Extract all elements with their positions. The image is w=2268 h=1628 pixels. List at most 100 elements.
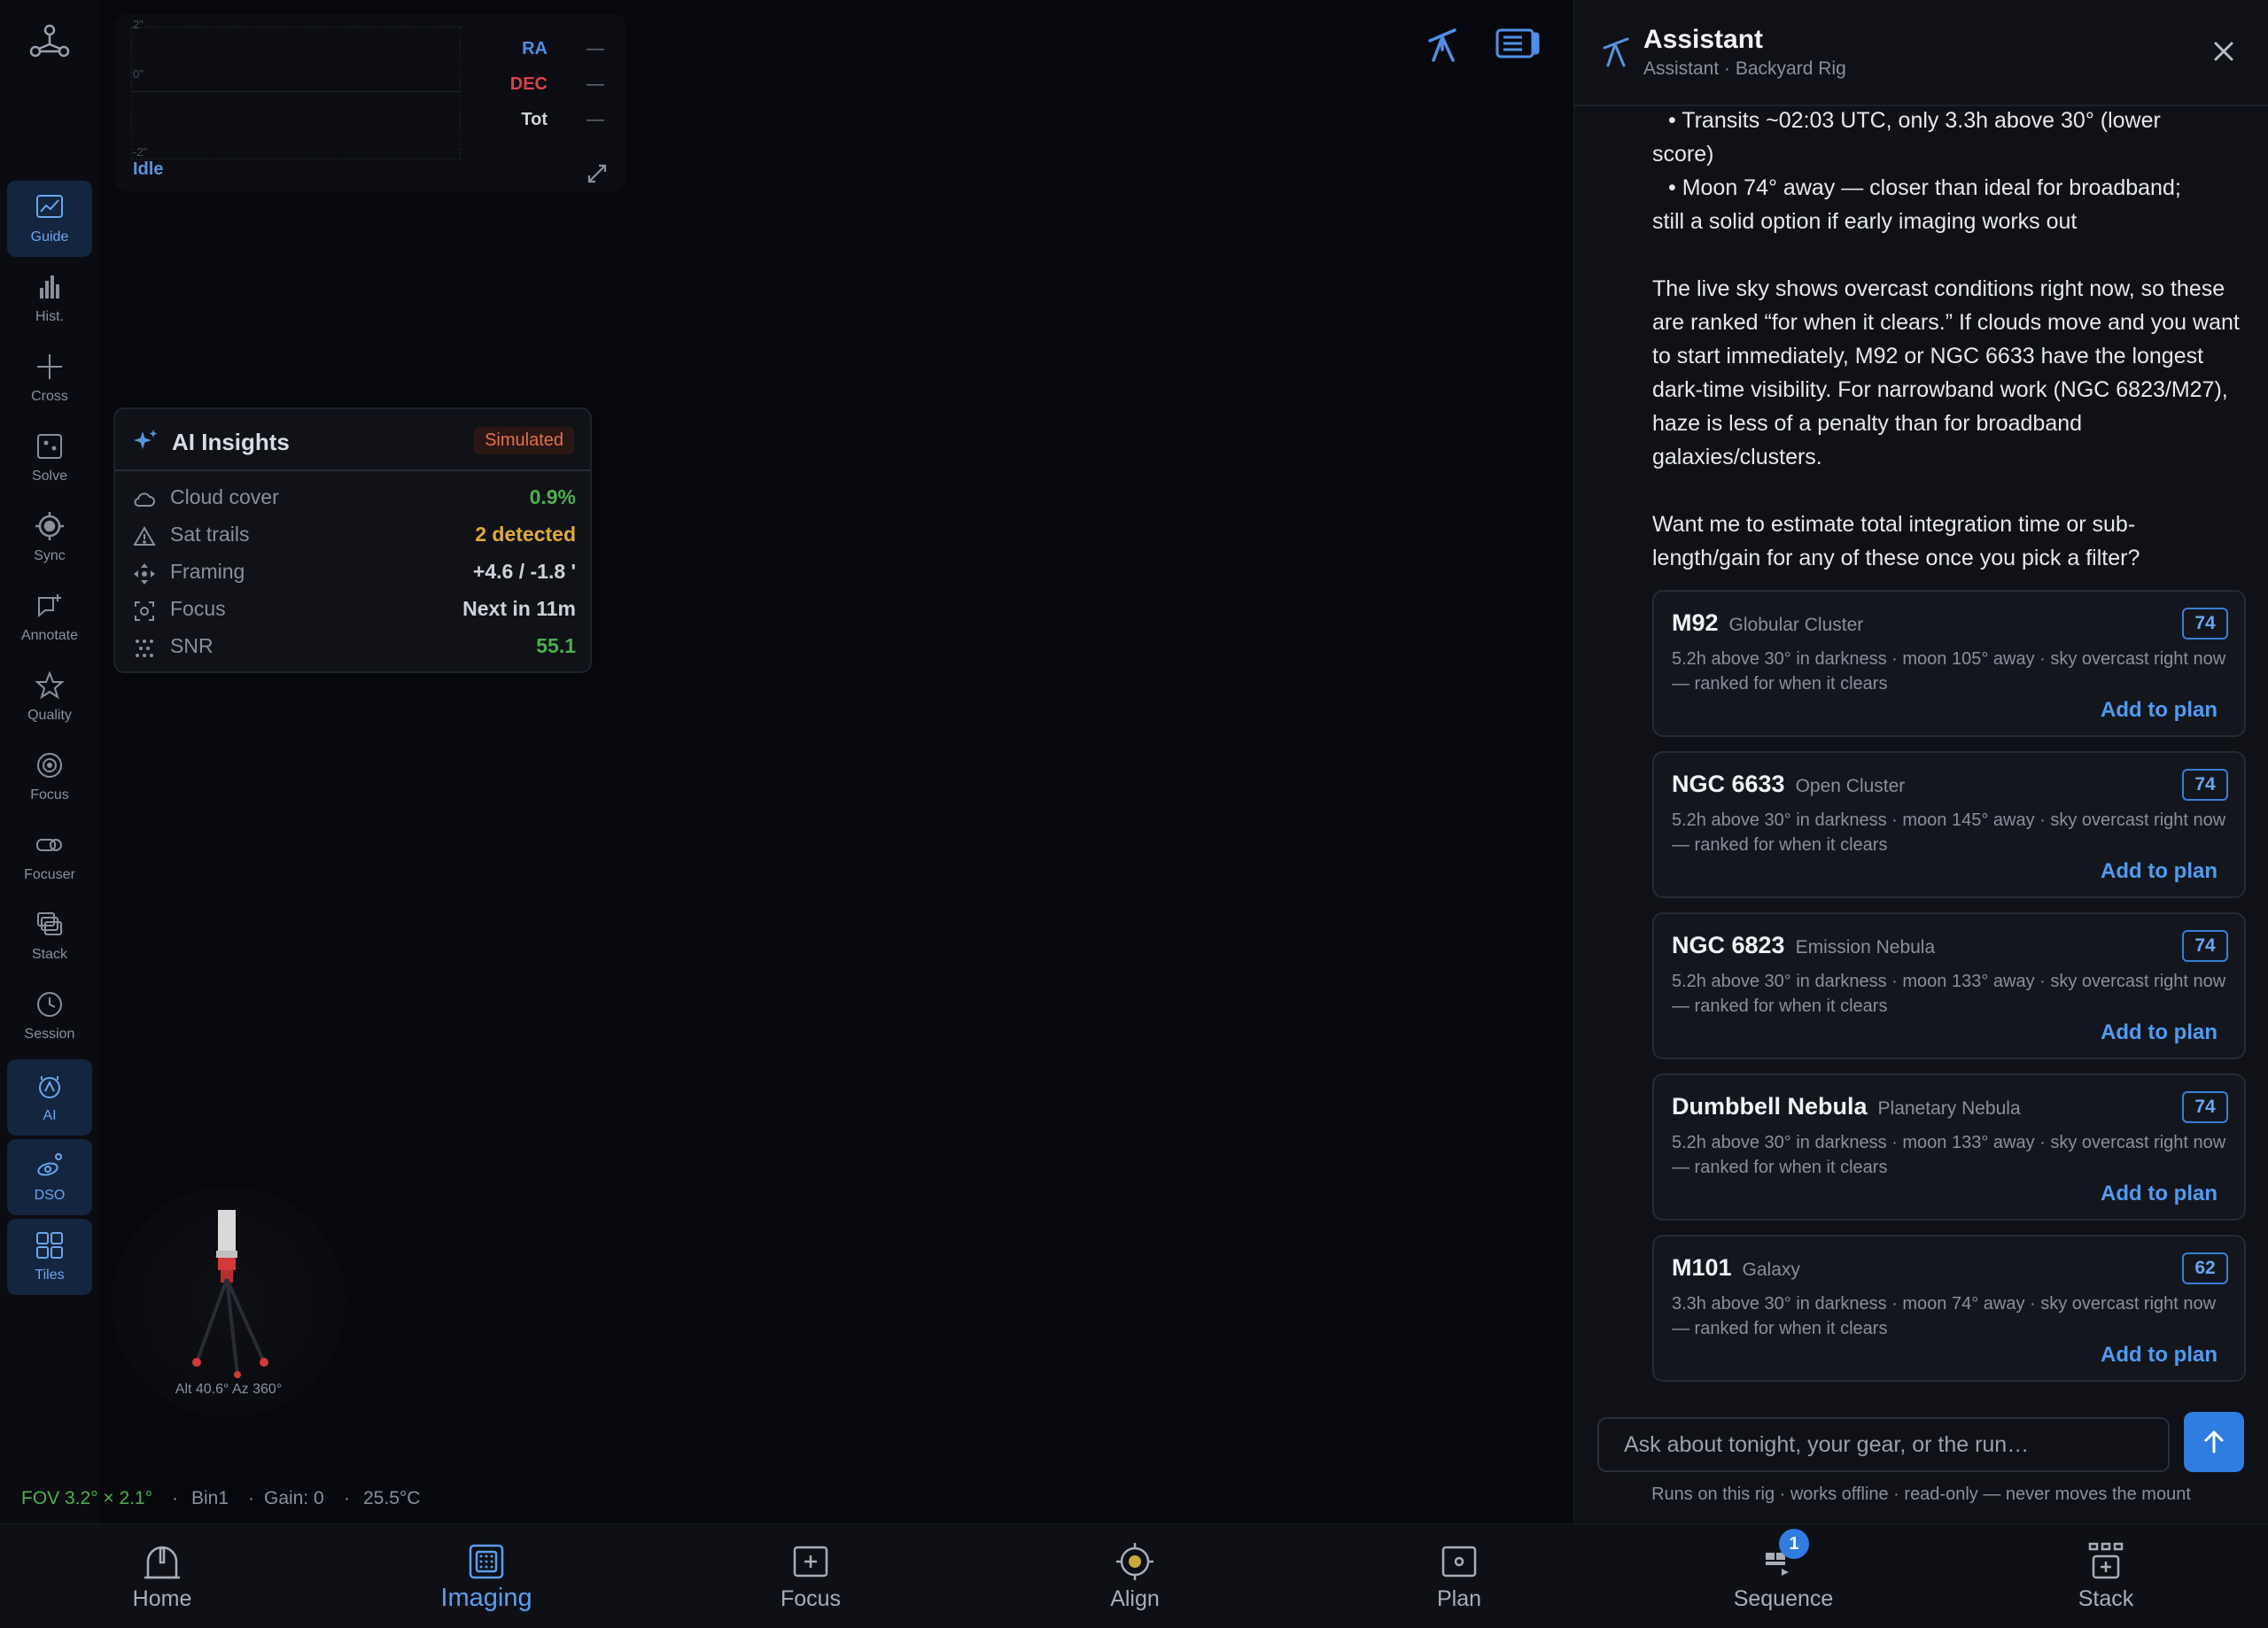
add-to-plan-button[interactable]: Add to plan bbox=[2101, 698, 2218, 723]
sidebar-item-focuser[interactable]: Focuser bbox=[7, 818, 92, 895]
sidebar-item-label: Annotate bbox=[20, 628, 79, 643]
camera-panel-icon[interactable] bbox=[1495, 23, 1540, 64]
nav-align[interactable]: Align bbox=[973, 1524, 1297, 1628]
ai-insights-header: AI Insights Simulated bbox=[115, 409, 590, 471]
score-badge: 62 bbox=[2182, 1252, 2228, 1284]
ai-insights-title: AI Insights bbox=[172, 429, 290, 455]
telescope-mount-graphic bbox=[192, 1210, 268, 1378]
sidebar-item-label: Guide bbox=[30, 229, 69, 244]
target-name: NGC 6823 bbox=[1672, 932, 1785, 958]
plan-frame-icon bbox=[1438, 1540, 1480, 1583]
assistant-title: Assistant bbox=[1643, 25, 1764, 54]
fov-readout: FOV 3.2° × 2.1° bbox=[21, 1488, 153, 1508]
target-description: 5.2h above 30° in darkness · moon 105° a… bbox=[1672, 649, 2226, 694]
target-type: Open Cluster bbox=[1795, 776, 1906, 796]
target-name: NGC 6633 bbox=[1672, 771, 1785, 797]
insight-row-snr: SNR 55.1 bbox=[133, 634, 576, 663]
target-type: Emission Nebula bbox=[1795, 937, 1936, 957]
stack-icon bbox=[35, 910, 65, 940]
tiles-icon bbox=[35, 1230, 65, 1260]
sequence-count-badge: 1 bbox=[1779, 1529, 1809, 1559]
legend-ra-name: RA bbox=[522, 39, 548, 58]
close-icon[interactable] bbox=[2210, 37, 2238, 66]
guide-graph-plot bbox=[131, 27, 461, 159]
assistant-subtitle: Assistant · Backyard Rig bbox=[1643, 58, 1846, 79]
left-sidebar: Guide Hist. Cross Solve Sync Annotate Qu… bbox=[0, 0, 99, 1523]
sidebar-item-solve[interactable]: Solve bbox=[7, 420, 92, 496]
legend-dec: DEC — bbox=[480, 74, 604, 101]
sidebar-item-ai[interactable]: AI bbox=[7, 1059, 92, 1136]
add-to-plan-button[interactable]: Add to plan bbox=[2101, 859, 2218, 884]
assistant-paragraph: Want me to estimate total integration ti… bbox=[1652, 512, 2140, 570]
legend-dec-name: DEC bbox=[509, 74, 548, 94]
simulated-badge: Simulated bbox=[474, 427, 574, 454]
sync-target-icon bbox=[35, 511, 65, 541]
sidebar-item-quality[interactable]: Quality bbox=[7, 659, 92, 735]
clock-icon bbox=[35, 989, 65, 1019]
expand-icon[interactable] bbox=[585, 161, 610, 186]
sidebar-item-stack[interactable]: Stack bbox=[7, 898, 92, 974]
arrow-up-icon bbox=[2184, 1428, 2244, 1456]
legend-ra: RA — bbox=[480, 39, 604, 66]
star-icon bbox=[35, 671, 65, 701]
focuser-icon bbox=[35, 830, 65, 860]
sidebar-item-tiles[interactable]: Tiles bbox=[7, 1219, 92, 1295]
insight-row-focus: Focus Next in 11m bbox=[133, 597, 576, 625]
sidebar-item-sync[interactable]: Sync bbox=[7, 500, 92, 576]
sidebar-item-label: DSO bbox=[34, 1188, 66, 1203]
cloud-icon bbox=[133, 488, 156, 511]
add-to-plan-button[interactable]: Add to plan bbox=[2101, 1182, 2218, 1206]
add-to-plan-button[interactable]: Add to plan bbox=[2101, 1020, 2218, 1045]
sidebar-item-label: Focus bbox=[30, 787, 69, 802]
nav-imaging[interactable]: Imaging bbox=[324, 1524, 649, 1628]
ai-insights-card: AI Insights Simulated Cloud cover 0.9% S… bbox=[113, 407, 592, 673]
nav-home[interactable]: Home bbox=[0, 1524, 324, 1628]
target-type: Galaxy bbox=[1742, 1260, 1800, 1280]
insight-row-cloud-cover: Cloud cover 0.9% bbox=[133, 485, 576, 514]
sidebar-item-guide[interactable]: Guide bbox=[7, 181, 92, 257]
focus-ring-icon bbox=[35, 750, 65, 780]
nav-stack[interactable]: Stack bbox=[1944, 1524, 2268, 1628]
target-card-dumbbell-nebula: Dumbbell Nebula Planetary Nebula 74 5.2h … bbox=[1652, 1074, 2246, 1221]
assistant-message-input[interactable] bbox=[1597, 1417, 2170, 1472]
graph-y-tick-top: 2" bbox=[133, 18, 144, 31]
legend-tot: Tot — bbox=[480, 110, 604, 136]
sidebar-item-dso[interactable]: DSO bbox=[7, 1139, 92, 1215]
sidebar-item-label: Session bbox=[24, 1027, 75, 1042]
sidebar-item-cross[interactable]: Cross bbox=[7, 340, 92, 416]
status-separator: · bbox=[344, 1488, 350, 1508]
send-button[interactable] bbox=[2184, 1412, 2244, 1472]
nav-focus[interactable]: Focus bbox=[649, 1524, 973, 1628]
ai-icon bbox=[35, 1071, 65, 1101]
noise-icon bbox=[133, 637, 156, 660]
histogram-icon bbox=[35, 272, 65, 302]
mount-position-widget: Alt 40.6° Az 360° bbox=[112, 1187, 346, 1417]
score-badge: 74 bbox=[2182, 608, 2228, 640]
align-reticle-icon bbox=[1114, 1540, 1156, 1583]
assistant-message: • Transits ~02:03 UTC, only 3.3h above 3… bbox=[1652, 108, 2181, 234]
crosshair-icon bbox=[35, 352, 65, 382]
guide-status: Idle bbox=[133, 159, 164, 179]
telescope-icon[interactable] bbox=[1421, 23, 1465, 64]
target-type: Planetary Nebula bbox=[1877, 1098, 2021, 1119]
warning-icon bbox=[133, 525, 156, 548]
mount-altaz-readout: Alt 40.6° Az 360° bbox=[175, 1382, 283, 1397]
target-card-ngc6823: NGC 6823 Emission Nebula 74 5.2h above 30… bbox=[1652, 912, 2246, 1059]
sidebar-item-label: Focuser bbox=[24, 867, 75, 882]
gain-readout: Gain: 0 bbox=[264, 1488, 324, 1508]
target-name: M101 bbox=[1672, 1254, 1732, 1281]
sidebar-item-label: Sync bbox=[34, 548, 66, 563]
legend-ra-value: — bbox=[586, 39, 604, 58]
sidebar-item-hist[interactable]: Hist. bbox=[7, 260, 92, 337]
sidebar-item-annotate[interactable]: Annotate bbox=[7, 579, 92, 655]
sidebar-item-focus[interactable]: Focus bbox=[7, 739, 92, 815]
chart-line-icon bbox=[35, 192, 65, 222]
score-badge: 74 bbox=[2182, 930, 2228, 962]
add-to-plan-button[interactable]: Add to plan bbox=[2101, 1343, 2218, 1368]
insight-row-sat-trails: Sat trails 2 detected bbox=[133, 523, 576, 551]
focus-frame-icon bbox=[133, 600, 156, 623]
nav-plan[interactable]: Plan bbox=[1297, 1524, 1621, 1628]
sidebar-item-session[interactable]: Session bbox=[7, 978, 92, 1054]
logo-icon[interactable] bbox=[27, 23, 73, 62]
sidebar-item-label: Solve bbox=[31, 469, 68, 484]
